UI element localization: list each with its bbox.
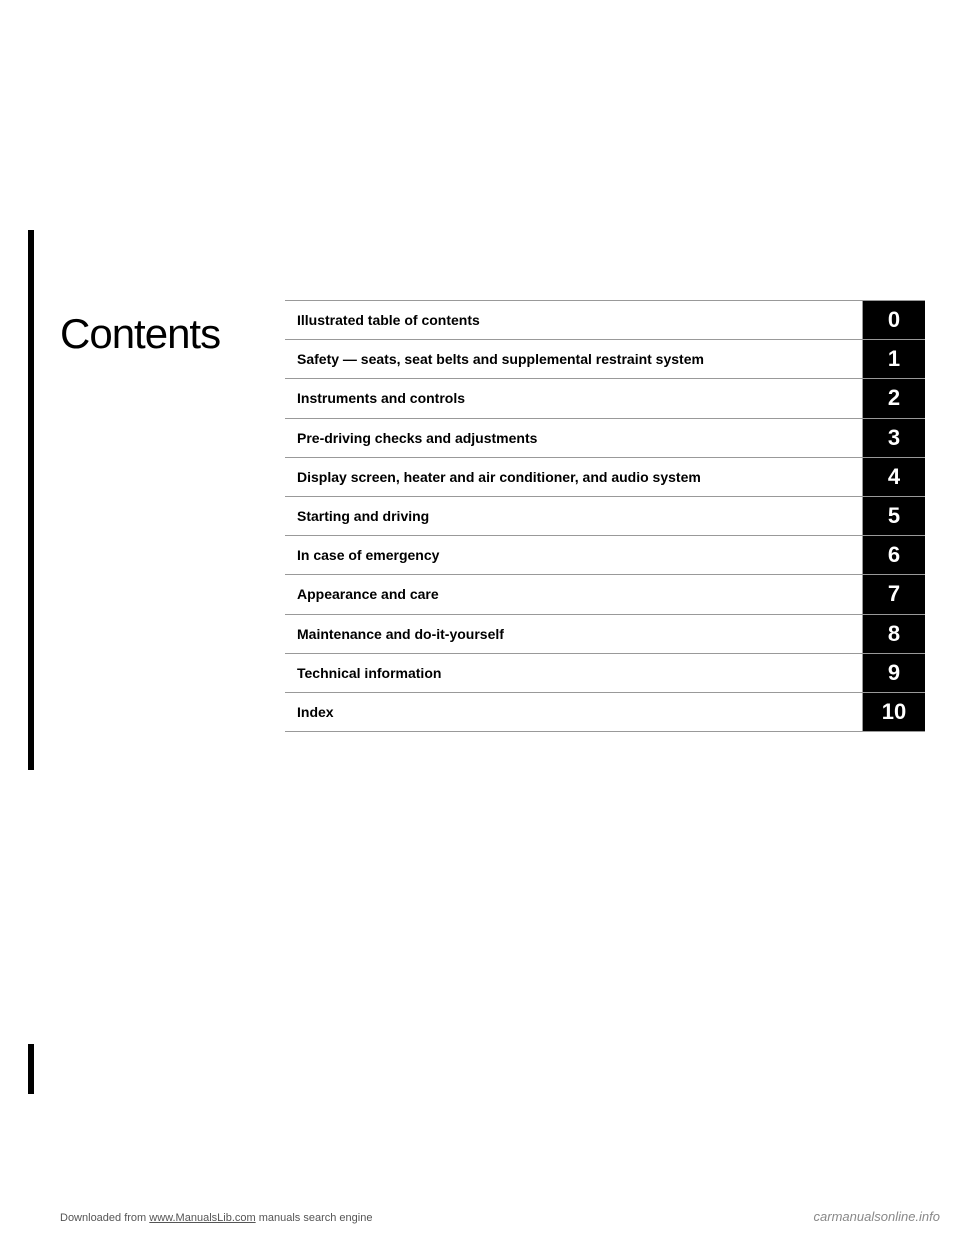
toc-label-2: Instruments and controls <box>285 379 863 417</box>
toc-label-4: Display screen, heater and air condition… <box>285 458 863 496</box>
toc-number-2: 2 <box>863 379 925 417</box>
toc-row-5[interactable]: Starting and driving 5 <box>285 496 925 535</box>
toc-row-0[interactable]: Illustrated table of contents 0 <box>285 300 925 339</box>
toc-label-9: Technical information <box>285 654 863 692</box>
toc-label-1: Safety — seats, seat belts and supplemen… <box>285 340 863 378</box>
footer-download-suffix: manuals search engine <box>256 1212 373 1224</box>
toc-label-0: Illustrated table of contents <box>285 301 863 339</box>
toc-label-3: Pre-driving checks and adjustments <box>285 419 863 457</box>
toc-number-10: 10 <box>863 693 925 731</box>
toc-row-1[interactable]: Safety — seats, seat belts and supplemen… <box>285 339 925 378</box>
toc-number-0: 0 <box>863 301 925 339</box>
toc-label-5: Starting and driving <box>285 497 863 535</box>
toc-label-7: Appearance and care <box>285 575 863 613</box>
toc-container: Illustrated table of contents 0 Safety —… <box>285 300 925 732</box>
footer-brand: carmanualsonline.info <box>814 1209 940 1224</box>
toc-label-10: Index <box>285 693 863 731</box>
footer-download: Downloaded from www.ManualsLib.com manua… <box>60 1212 372 1224</box>
toc-number-1: 1 <box>863 340 925 378</box>
toc-row-8[interactable]: Maintenance and do-it-yourself 8 <box>285 614 925 653</box>
footer-download-link[interactable]: www.ManualsLib.com <box>149 1212 255 1224</box>
toc-row-10[interactable]: Index 10 <box>285 692 925 732</box>
toc-number-8: 8 <box>863 615 925 653</box>
toc-number-6: 6 <box>863 536 925 574</box>
toc-number-9: 9 <box>863 654 925 692</box>
toc-row-9[interactable]: Technical information 9 <box>285 653 925 692</box>
toc-row-3[interactable]: Pre-driving checks and adjustments 3 <box>285 418 925 457</box>
toc-number-7: 7 <box>863 575 925 613</box>
toc-row-2[interactable]: Instruments and controls 2 <box>285 378 925 417</box>
page: Contents Illustrated table of contents 0… <box>0 0 960 1242</box>
page-title: Contents <box>60 310 220 358</box>
bottom-left-decoration-bar <box>28 1044 34 1094</box>
footer-download-prefix: Downloaded from <box>60 1212 149 1224</box>
toc-label-8: Maintenance and do-it-yourself <box>285 615 863 653</box>
toc-row-7[interactable]: Appearance and care 7 <box>285 574 925 613</box>
toc-row-4[interactable]: Display screen, heater and air condition… <box>285 457 925 496</box>
toc-label-6: In case of emergency <box>285 536 863 574</box>
toc-row-6[interactable]: In case of emergency 6 <box>285 535 925 574</box>
toc-number-3: 3 <box>863 419 925 457</box>
toc-number-4: 4 <box>863 458 925 496</box>
toc-number-5: 5 <box>863 497 925 535</box>
left-decoration-bar <box>28 230 34 770</box>
